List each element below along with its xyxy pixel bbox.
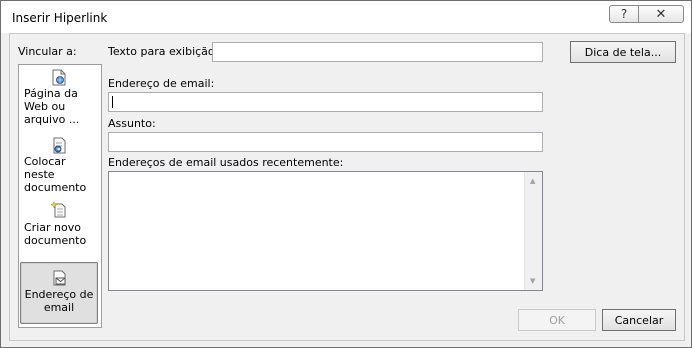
email-address-icon	[53, 270, 66, 286]
sidebar-item-label: Endereço de email	[24, 288, 94, 314]
title-bar: Inserir Hiperlink ? ✕	[1, 1, 691, 33]
recent-emails-scrollbar[interactable]: ▲ ▼	[524, 172, 542, 290]
sidebar-item-email-address[interactable]: Endereço de email	[20, 262, 98, 324]
sidebar-item-label: Criar novo documento	[24, 221, 87, 247]
sidebar-item-place-in-document[interactable]: Colocar neste documento	[21, 135, 97, 194]
scroll-up-arrow-icon[interactable]: ▲	[530, 177, 535, 185]
place-in-document-icon	[53, 137, 66, 154]
ok-button[interactable]: OK	[518, 309, 596, 331]
sidebar-item-label: Página da Web ou arquivo ...	[24, 87, 80, 126]
dialog-title: Inserir Hiperlink	[12, 11, 108, 25]
subject-label: Assunto:	[108, 117, 156, 130]
sidebar-item-label: Colocar neste documento	[24, 155, 87, 194]
help-icon: ?	[620, 7, 628, 21]
sidebar-item-web-page[interactable]: Página da Web ou arquivo ...	[21, 67, 97, 129]
screentip-button[interactable]: Dica de tela...	[570, 41, 676, 63]
display-text-input[interactable]	[212, 42, 543, 62]
insert-hyperlink-dialog: Inserir Hiperlink ? ✕ Vincular a: Página…	[0, 0, 692, 348]
link-to-heading: Vincular a:	[18, 45, 77, 58]
recent-emails-list[interactable]: ▲ ▼	[108, 171, 543, 291]
link-to-panel: Página da Web ou arquivo ... Colocar nes…	[18, 64, 102, 328]
help-button[interactable]: ?	[609, 5, 639, 23]
email-address-label: Endereço de email:	[108, 77, 215, 90]
close-button[interactable]: ✕	[638, 5, 684, 23]
recent-emails-label: Endereços de email usados recentemente:	[108, 156, 344, 169]
subject-input[interactable]	[108, 132, 543, 152]
sidebar-item-new-document[interactable]: Criar novo documento	[21, 195, 97, 251]
scroll-down-arrow-icon[interactable]: ▼	[530, 277, 535, 285]
new-document-icon	[51, 201, 66, 218]
display-text-label: Texto para exibição:	[108, 45, 219, 58]
close-icon: ✕	[655, 6, 667, 22]
dialog-body: Vincular a: Página da Web ou arquivo ...	[9, 33, 685, 341]
web-page-icon	[52, 69, 66, 86]
text-cursor	[112, 96, 113, 108]
cancel-button[interactable]: Cancelar	[602, 309, 676, 331]
email-address-input[interactable]	[108, 92, 543, 112]
